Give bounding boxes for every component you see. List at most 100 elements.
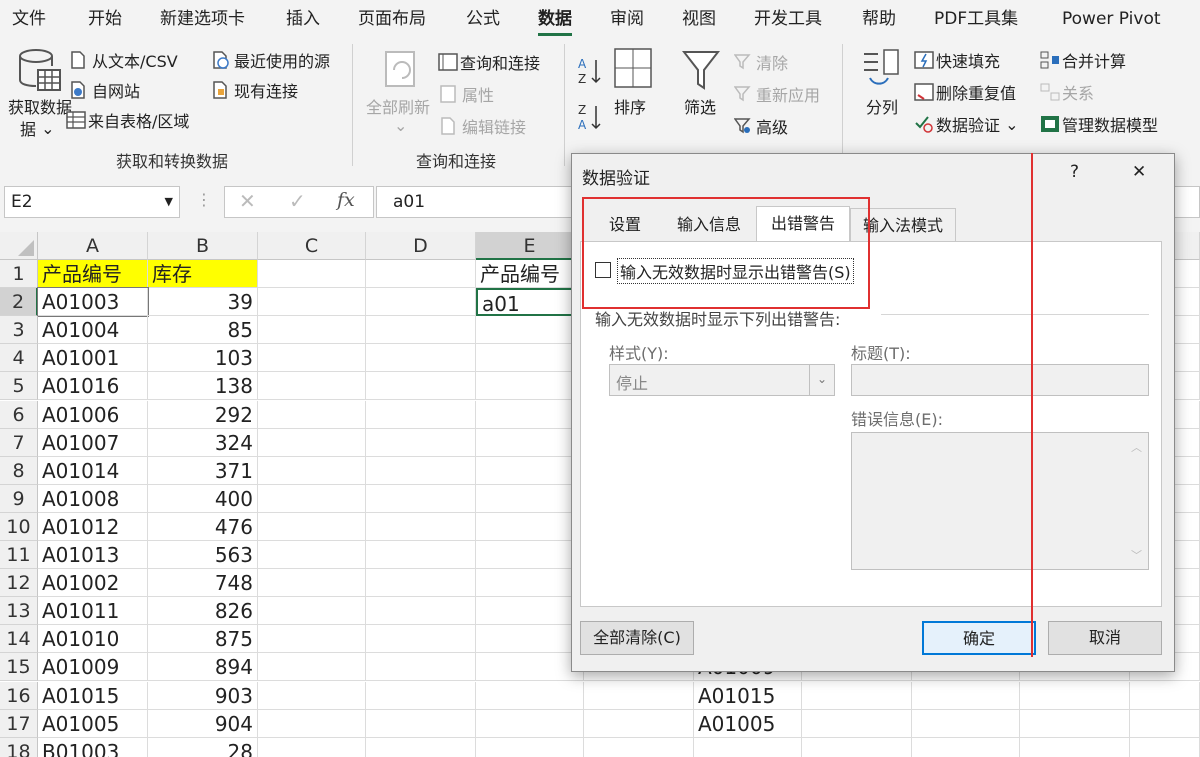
- data-validation-button[interactable]: 数据验证 ⌄: [914, 112, 1019, 136]
- cell[interactable]: A01008: [38, 484, 148, 513]
- cell[interactable]: 103: [148, 344, 258, 373]
- row-header[interactable]: 7: [0, 428, 38, 457]
- cell[interactable]: [258, 597, 366, 626]
- flash-fill-button[interactable]: 快速填充: [914, 48, 1000, 72]
- cell[interactable]: [258, 737, 366, 757]
- tab-power-pivot[interactable]: Power Pivot: [1062, 0, 1161, 38]
- tab-home[interactable]: 开始: [88, 0, 122, 38]
- chevron-down-icon[interactable]: ⌄: [809, 365, 834, 395]
- row-header[interactable]: 18: [0, 737, 38, 757]
- remove-dup-button[interactable]: 删除重复值: [914, 80, 1016, 104]
- row-header[interactable]: 16: [0, 681, 38, 710]
- cell[interactable]: [802, 681, 912, 710]
- cell[interactable]: [258, 625, 366, 654]
- cell[interactable]: A01015: [38, 681, 148, 710]
- row-header[interactable]: 4: [0, 344, 38, 373]
- cell[interactable]: [476, 541, 584, 570]
- row-header[interactable]: 15: [0, 653, 38, 682]
- row-header[interactable]: 9: [0, 484, 38, 513]
- tab-insert[interactable]: 插入: [286, 0, 320, 38]
- cell[interactable]: [366, 456, 476, 485]
- clear-filter-button[interactable]: 清除: [733, 50, 788, 74]
- name-box-dropdown-icon[interactable]: ▼: [165, 187, 173, 217]
- cell[interactable]: [366, 541, 476, 570]
- cell[interactable]: A01016: [38, 372, 148, 401]
- cell[interactable]: [584, 737, 694, 757]
- cell[interactable]: [366, 737, 476, 757]
- cell[interactable]: 875: [148, 625, 258, 654]
- cell[interactable]: [366, 288, 476, 317]
- cell[interactable]: [1130, 737, 1200, 757]
- cell[interactable]: A01007: [38, 428, 148, 457]
- sort-button[interactable]: 排序: [614, 94, 646, 118]
- cell[interactable]: 138: [148, 372, 258, 401]
- row-header[interactable]: 5: [0, 372, 38, 401]
- cell[interactable]: [366, 625, 476, 654]
- queries-conn-button[interactable]: 查询和连接: [438, 50, 540, 74]
- cell[interactable]: [366, 400, 476, 429]
- cell[interactable]: 324: [148, 428, 258, 457]
- row-header[interactable]: 17: [0, 709, 38, 738]
- cancel-button[interactable]: 取消: [1048, 621, 1162, 655]
- cell[interactable]: 826: [148, 597, 258, 626]
- cell[interactable]: 产品编号: [476, 260, 584, 289]
- row-header[interactable]: 14: [0, 625, 38, 654]
- cell[interactable]: [476, 428, 584, 457]
- tab-new[interactable]: 新建选项卡: [160, 0, 245, 38]
- cell[interactable]: [258, 428, 366, 457]
- recent-sources-button[interactable]: 最近使用的源: [212, 48, 330, 72]
- cell[interactable]: [476, 400, 584, 429]
- insert-function-icon[interactable]: fx: [337, 189, 355, 211]
- tab-page-layout[interactable]: 页面布局: [358, 0, 426, 38]
- cell[interactable]: [258, 512, 366, 541]
- style-select[interactable]: 停止 ⌄: [609, 364, 835, 396]
- cell[interactable]: [258, 260, 366, 289]
- cell[interactable]: [1130, 709, 1200, 738]
- cell[interactable]: [802, 709, 912, 738]
- cell[interactable]: A01009: [38, 653, 148, 682]
- from-table-button[interactable]: 来自表格/区域: [66, 108, 189, 132]
- text-to-columns-button[interactable]: 分列: [866, 94, 898, 118]
- cell[interactable]: 产品编号: [38, 260, 148, 289]
- row-header[interactable]: 8: [0, 456, 38, 485]
- title-input[interactable]: [851, 364, 1149, 396]
- cell[interactable]: A01003: [37, 287, 149, 318]
- cell[interactable]: [476, 456, 584, 485]
- cell[interactable]: [476, 344, 584, 373]
- cell[interactable]: [476, 709, 584, 738]
- cell[interactable]: A01011: [38, 597, 148, 626]
- cell[interactable]: [366, 569, 476, 598]
- cell[interactable]: [258, 484, 366, 513]
- from-web-button[interactable]: 自网站: [70, 78, 140, 102]
- cell[interactable]: 85: [148, 316, 258, 345]
- cell[interactable]: [476, 681, 584, 710]
- close-icon[interactable]: ✕: [1132, 162, 1146, 182]
- cell[interactable]: [912, 709, 1020, 738]
- cell[interactable]: [802, 737, 912, 757]
- cell[interactable]: [258, 541, 366, 570]
- cell[interactable]: 563: [148, 541, 258, 570]
- row-header[interactable]: 12: [0, 569, 38, 598]
- cell[interactable]: [366, 344, 476, 373]
- cell[interactable]: 39: [148, 288, 258, 317]
- tab-view[interactable]: 视图: [682, 0, 716, 38]
- cell[interactable]: [476, 625, 584, 654]
- cell[interactable]: 28: [148, 737, 258, 757]
- cell[interactable]: A01010: [38, 625, 148, 654]
- cell[interactable]: A01005: [694, 709, 802, 738]
- column-header-a[interactable]: A: [38, 232, 148, 260]
- cell[interactable]: [366, 681, 476, 710]
- cell[interactable]: [366, 597, 476, 626]
- cell[interactable]: [258, 709, 366, 738]
- cell[interactable]: A01002: [38, 569, 148, 598]
- cell[interactable]: A01004: [38, 316, 148, 345]
- enter-icon[interactable]: ✓: [289, 189, 306, 213]
- row-header[interactable]: 11: [0, 541, 38, 570]
- cell[interactable]: A01005: [38, 709, 148, 738]
- cell[interactable]: 476: [148, 512, 258, 541]
- row-header[interactable]: 2: [0, 288, 38, 317]
- tab-review[interactable]: 审阅: [610, 0, 644, 38]
- cell[interactable]: A01013: [38, 541, 148, 570]
- scroll-up-icon[interactable]: ︿: [1131, 439, 1142, 455]
- row-header[interactable]: 10: [0, 512, 38, 541]
